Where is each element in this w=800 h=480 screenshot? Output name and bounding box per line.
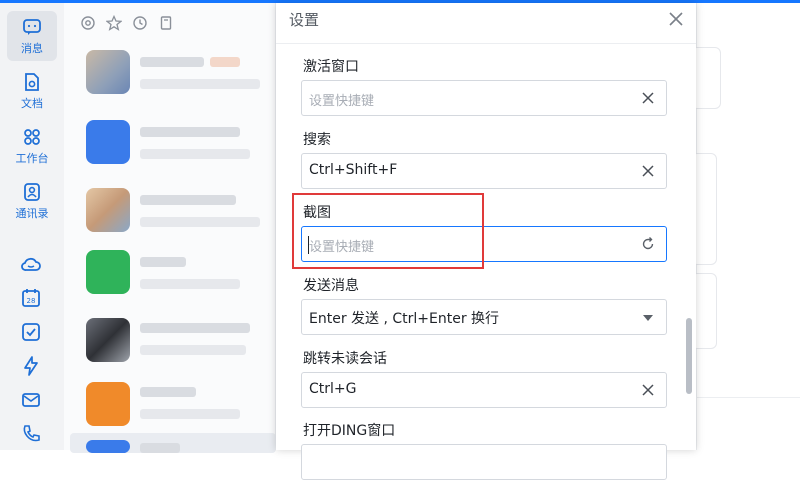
- blurred-title: [140, 443, 180, 453]
- reset-icon[interactable]: [640, 236, 656, 252]
- nav-item-contacts[interactable]: 通讯录: [7, 176, 57, 226]
- list-item[interactable]: [70, 43, 276, 105]
- nav-label: 消息: [21, 41, 43, 55]
- ding-bolt-icon[interactable]: [20, 355, 42, 377]
- avatar: [86, 250, 130, 294]
- nav-label: 工作台: [15, 151, 49, 165]
- cloud-icon[interactable]: [20, 253, 42, 275]
- document-icon: [25, 72, 39, 91]
- list-item[interactable]: [70, 181, 276, 243]
- todo-check-icon[interactable]: [20, 321, 42, 343]
- shortcut-input-activate-window[interactable]: 设置快捷键: [301, 80, 667, 116]
- mail-icon[interactable]: [20, 389, 42, 411]
- divider: [276, 43, 696, 44]
- input-value: Ctrl+G: [309, 381, 357, 397]
- dialog-title: 设置: [289, 11, 320, 29]
- clear-icon[interactable]: [640, 163, 656, 179]
- nav-label: 通讯录: [15, 206, 49, 220]
- contacts-icon: [24, 182, 40, 201]
- mention-at-icon[interactable]: [80, 15, 96, 31]
- blurred-title: [140, 195, 236, 205]
- dropdown-arrow-icon[interactable]: [640, 309, 656, 325]
- blurred-title: [210, 57, 240, 67]
- clear-icon[interactable]: [640, 382, 656, 398]
- conversation-list: [64, 3, 276, 453]
- blurred-title: [140, 387, 196, 397]
- blurred-title: [140, 257, 186, 267]
- avatar: [86, 120, 130, 164]
- shortcut-input-search[interactable]: Ctrl+Shift+F: [301, 153, 667, 189]
- list-item[interactable]: [70, 433, 276, 453]
- blurred-preview: [140, 79, 260, 89]
- star-icon[interactable]: [106, 15, 122, 31]
- blurred-title: [140, 323, 250, 333]
- calendar-icon[interactable]: 28: [20, 287, 42, 309]
- blurred-title: [140, 57, 204, 67]
- blurred-preview: [140, 409, 240, 419]
- shortcut-input-jump-unread[interactable]: Ctrl+G: [301, 372, 667, 408]
- recent-clock-icon[interactable]: [132, 15, 148, 31]
- chat-bubble-icon: [23, 18, 41, 35]
- list-item[interactable]: [70, 311, 276, 373]
- left-navigation: 消息 文档 工作台 通讯录 28: [0, 3, 64, 450]
- avatar: [86, 382, 130, 426]
- background-panel: [691, 3, 800, 450]
- blurred-preview: [140, 279, 240, 289]
- avatar: [86, 318, 130, 362]
- close-icon[interactable]: [666, 9, 686, 29]
- avatar: [86, 440, 130, 453]
- conversation-filter-toolbar: [80, 11, 174, 35]
- highlight-box: [292, 193, 484, 269]
- nav-item-workbench[interactable]: 工作台: [7, 121, 57, 171]
- field-label-open-ding: 打开DING窗口: [303, 423, 396, 439]
- field-label-send-message: 发送消息: [303, 278, 359, 294]
- list-item[interactable]: [70, 113, 276, 175]
- workbench-icon: [24, 128, 40, 145]
- send-message-select[interactable]: Enter 发送 , Ctrl+Enter 换行: [301, 299, 667, 335]
- blurred-title: [140, 127, 240, 137]
- blurred-preview: [140, 345, 246, 355]
- shortcut-input-open-ding[interactable]: [301, 444, 667, 480]
- blurred-preview: [140, 217, 260, 227]
- avatar: [86, 50, 130, 94]
- dialog-scrollbar-thumb[interactable]: [686, 318, 692, 394]
- clear-icon[interactable]: [640, 90, 656, 106]
- blurred-preview: [140, 149, 250, 159]
- nav-label: 文档: [21, 96, 43, 110]
- select-value: Enter 发送 , Ctrl+Enter 换行: [309, 311, 500, 327]
- field-label-activate-window: 激活窗口: [303, 59, 359, 75]
- list-item[interactable]: [70, 375, 276, 437]
- nav-item-messages[interactable]: 消息: [7, 11, 57, 61]
- phone-icon[interactable]: [20, 423, 42, 445]
- nav-item-docs[interactable]: 文档: [7, 66, 57, 116]
- bookmark-icon[interactable]: [158, 15, 174, 31]
- list-item[interactable]: [70, 243, 276, 305]
- divider: [697, 397, 800, 398]
- field-label-search: 搜索: [303, 132, 331, 148]
- calendar-day-text: 28: [27, 297, 36, 305]
- avatar: [86, 188, 130, 232]
- input-placeholder: 设置快捷键: [309, 94, 375, 109]
- input-value: Ctrl+Shift+F: [309, 162, 398, 178]
- field-label-jump-unread: 跳转未读会话: [303, 351, 387, 367]
